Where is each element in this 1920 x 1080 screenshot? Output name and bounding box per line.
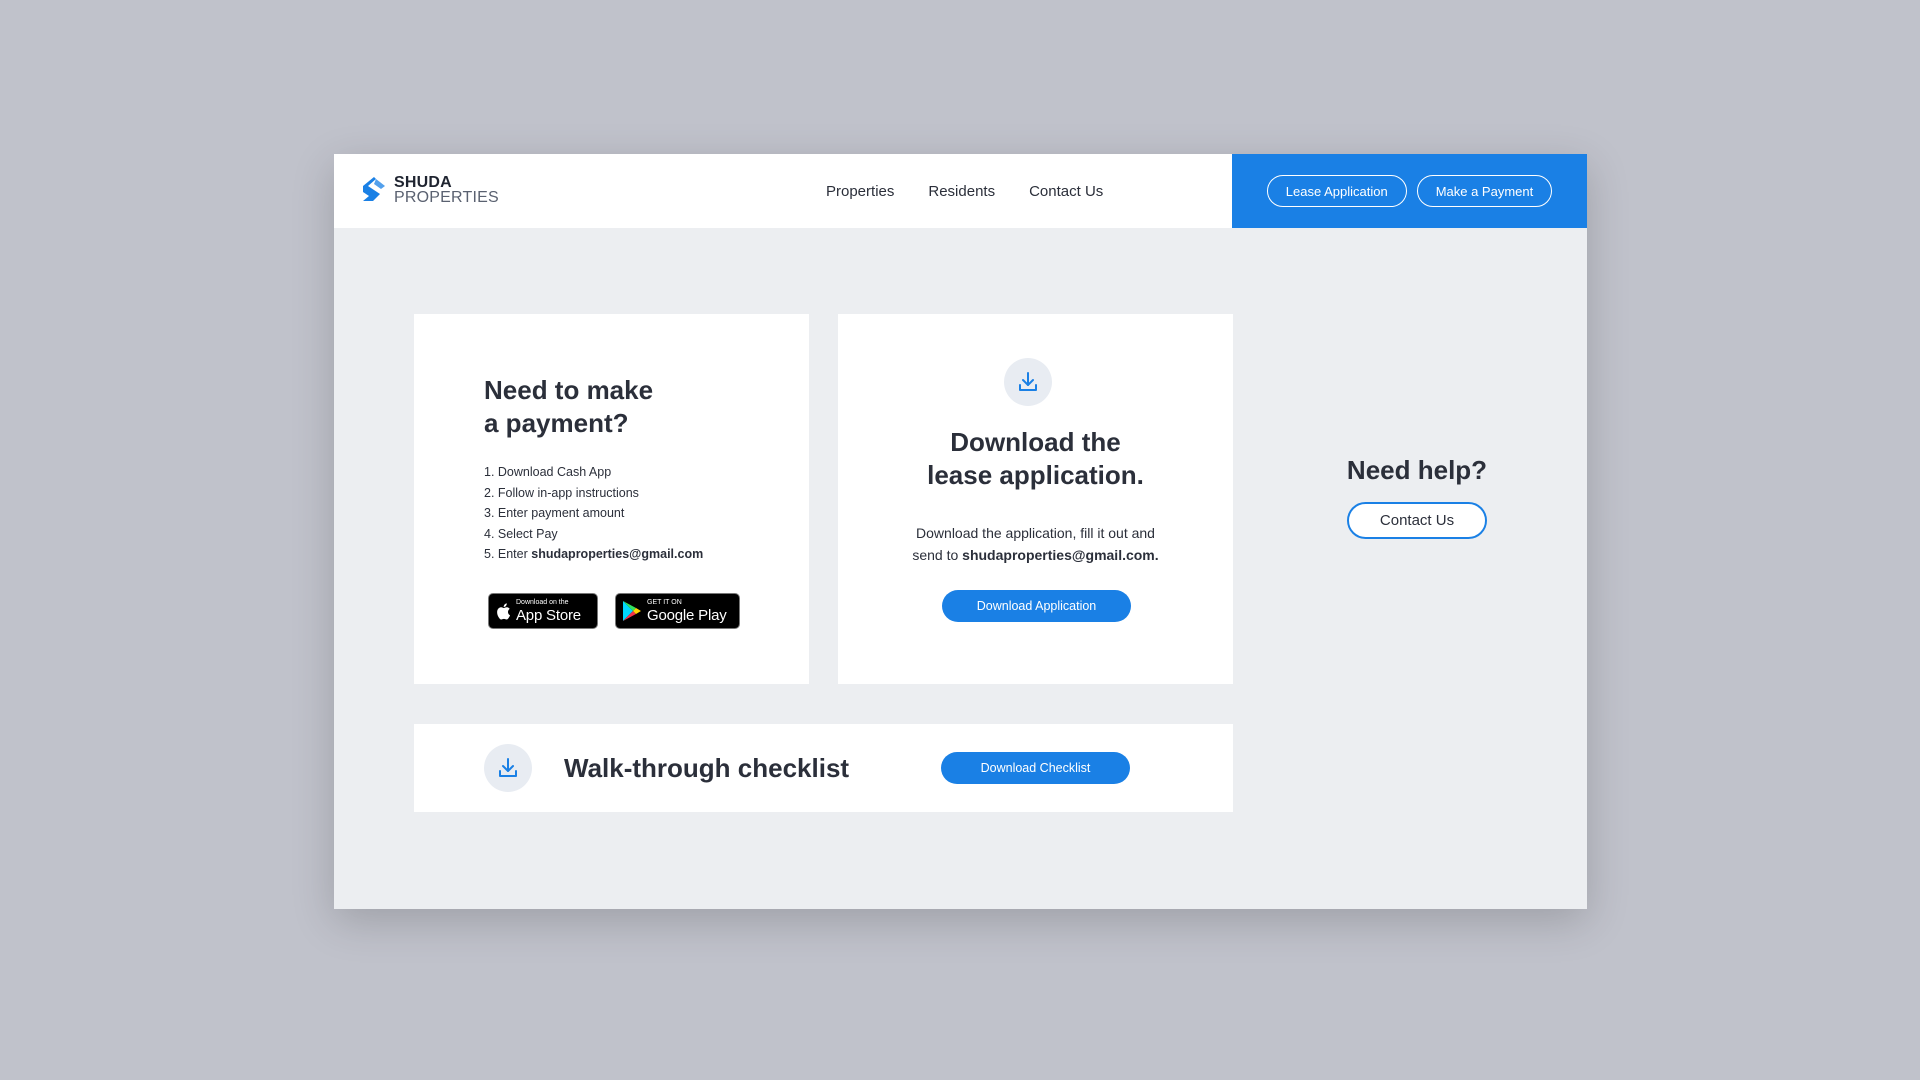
lease-desc-prefix: send to — [912, 547, 963, 563]
site-header: SHUDA PROPERTIES Properties Residents Co… — [334, 154, 1587, 228]
help-section: Need help? Contact Us — [1324, 454, 1510, 539]
payment-step: 5. Enter shudaproperties@gmail.com — [484, 544, 703, 565]
google-play-icon — [623, 601, 641, 621]
payment-step: 3. Enter payment amount — [484, 506, 625, 520]
lease-card-description: Download the application, fill it out an… — [898, 522, 1173, 566]
download-icon — [484, 744, 532, 792]
website-frame: SHUDA PROPERTIES Properties Residents Co… — [334, 154, 1587, 909]
apple-icon — [497, 602, 510, 620]
nav-item-contact-us[interactable]: Contact Us — [1029, 183, 1103, 200]
lease-application-button[interactable]: Lease Application — [1266, 175, 1407, 207]
app-store-badges: Download on the App Store GET IT ON Goog… — [488, 593, 740, 629]
walkthrough-checklist-card: Walk-through checklist Download Checklis… — [414, 724, 1233, 812]
logo-mark-icon — [363, 177, 385, 201]
payment-step: 1. Download Cash App — [484, 465, 612, 479]
app-store-badge[interactable]: Download on the App Store — [488, 593, 598, 629]
brand-name-bottom: PROPERTIES — [394, 189, 499, 206]
app-store-small-text: Download on the — [516, 598, 569, 606]
download-checklist-button[interactable]: Download Checklist — [941, 752, 1130, 784]
payment-title-line2: a payment? — [484, 408, 629, 438]
app-store-big-text: App Store — [516, 606, 581, 624]
download-icon — [1004, 358, 1052, 406]
google-play-small-text: GET IT ON — [647, 598, 682, 606]
payment-email: shudaproperties@gmail.com — [531, 547, 704, 561]
main-nav: Properties Residents Contact Us — [826, 154, 1103, 228]
payment-step: 4. Select Pay — [484, 526, 558, 541]
brand-name-top: SHUDA — [394, 174, 452, 191]
contact-us-button[interactable]: Contact Us — [1347, 502, 1487, 539]
payment-step: 2. Follow in-app instructions — [484, 485, 639, 500]
lease-application-card: Download the lease application. Download… — [838, 314, 1233, 684]
walkthrough-title: Walk-through checklist — [564, 753, 850, 783]
payment-card: Need to make a payment? 1. Download Cash… — [414, 314, 809, 684]
lease-card-title: Download the lease application. — [838, 426, 1233, 492]
nav-item-properties[interactable]: Properties — [826, 183, 894, 200]
lease-email: shudaproperties@gmail.com. — [962, 547, 1159, 563]
header-cta-panel: Lease Application Make a Payment — [1232, 154, 1587, 228]
lease-title-line1: Download the — [950, 427, 1121, 457]
nav-item-residents[interactable]: Residents — [928, 183, 995, 200]
lease-desc-line1: Download the application, fill it out an… — [916, 525, 1155, 541]
download-application-button[interactable]: Download Application — [942, 590, 1131, 622]
help-title: Need help? — [1346, 455, 1488, 485]
brand-logo[interactable]: SHUDA PROPERTIES — [360, 174, 499, 206]
payment-card-title: Need to make a payment? — [484, 374, 704, 440]
google-play-big-text: Google Play — [647, 606, 727, 624]
payment-steps-list: 1. Download Cash App 2. Follow in-app in… — [484, 462, 703, 565]
google-play-badge[interactable]: GET IT ON Google Play — [615, 593, 740, 629]
payment-title-line1: Need to make — [484, 375, 654, 405]
payment-step5-prefix: 5. Enter — [484, 547, 532, 561]
lease-title-line2: lease application. — [927, 460, 1144, 490]
make-payment-button[interactable]: Make a Payment — [1416, 175, 1553, 207]
